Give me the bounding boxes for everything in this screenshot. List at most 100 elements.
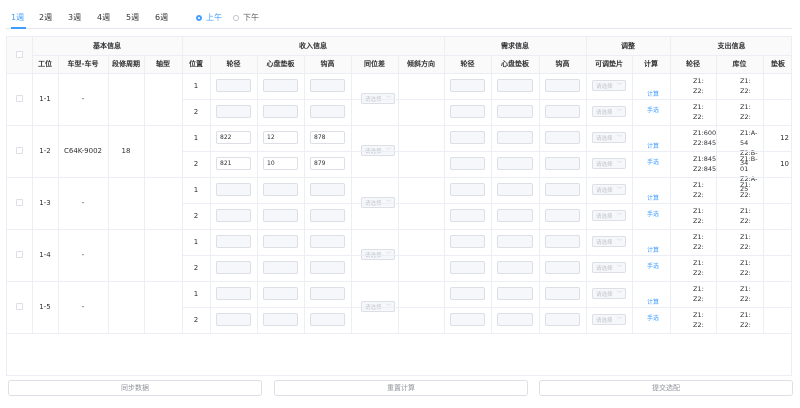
adjust-pad-select[interactable]: 请选择 ﹀: [592, 262, 626, 273]
tab-week-5[interactable]: 5週: [126, 12, 139, 23]
adjust-pad-select[interactable]: 请选择 ﹀: [592, 80, 626, 91]
demand-plate-pad-input[interactable]: [497, 131, 533, 144]
adjust-pad-select[interactable]: 请选择 ﹀: [592, 236, 626, 247]
plate-pad-input[interactable]: [263, 261, 298, 274]
adjust-pad-select[interactable]: 请选择 ﹀: [592, 132, 626, 143]
demand-coupler-height-input[interactable]: [545, 183, 580, 196]
submit-selection-button[interactable]: 提交选配: [539, 380, 793, 396]
manual-select-link[interactable]: 手选: [647, 261, 659, 270]
manual-select-link[interactable]: 手选: [647, 105, 659, 114]
wheel-diameter-input[interactable]: [216, 261, 251, 274]
plate-pad-input[interactable]: [263, 235, 298, 248]
tab-week-2[interactable]: 2週: [39, 12, 52, 23]
demand-plate-pad-input[interactable]: [497, 183, 533, 196]
row-checkbox[interactable]: [16, 199, 23, 206]
row-checkbox[interactable]: [16, 251, 23, 258]
demand-coupler-height-input[interactable]: [545, 79, 580, 92]
radio-morning[interactable]: 上午: [196, 12, 222, 23]
radio-afternoon[interactable]: 下午: [233, 12, 259, 23]
plate-pad-input[interactable]: [263, 183, 298, 196]
plate-pad-input[interactable]: 12: [263, 131, 298, 144]
coupler-height-input[interactable]: 878: [310, 131, 345, 144]
calc-link[interactable]: 计算: [647, 297, 659, 306]
demand-coupler-height-input[interactable]: [545, 131, 580, 144]
demand-wheel-diameter-input[interactable]: [450, 287, 485, 300]
coupler-height-input[interactable]: [310, 287, 345, 300]
calc-link[interactable]: 计算: [647, 89, 659, 98]
adjust-pad-select[interactable]: 请选择 ﹀: [592, 210, 626, 221]
coupler-height-input[interactable]: [310, 313, 345, 326]
output-location: Z1: Z2:: [740, 76, 763, 96]
calc-link[interactable]: 计算: [647, 245, 659, 254]
wheel-diameter-input[interactable]: 821: [216, 157, 251, 170]
coupler-height-input[interactable]: [310, 105, 345, 118]
coupler-height-input[interactable]: [310, 183, 345, 196]
demand-wheel-diameter-input[interactable]: [450, 209, 485, 222]
wheel-diameter-input[interactable]: [216, 209, 251, 222]
calc-link[interactable]: 计算: [647, 141, 659, 150]
plate-pad-input[interactable]: [263, 313, 298, 326]
demand-wheel-diameter-input[interactable]: [450, 105, 485, 118]
demand-coupler-height-input[interactable]: [545, 235, 580, 248]
recalc-button[interactable]: 重置计算: [274, 380, 528, 396]
week-tabs: 1週 2週 3週 4週 5週 6週 上午 下午: [6, 8, 792, 29]
wheel-diameter-input[interactable]: [216, 313, 251, 326]
demand-wheel-diameter-input[interactable]: [450, 79, 485, 92]
row-checkbox[interactable]: [16, 303, 23, 310]
tab-week-6[interactable]: 6週: [155, 12, 168, 23]
wheel-diameter-input[interactable]: [216, 183, 251, 196]
demand-coupler-height-input[interactable]: [545, 313, 580, 326]
plate-pad-input[interactable]: [263, 209, 298, 222]
adjust-pad-select[interactable]: 请选择 ﹀: [592, 288, 626, 299]
wheel-diameter-input[interactable]: 822: [216, 131, 251, 144]
demand-wheel-diameter-input[interactable]: [450, 313, 485, 326]
demand-plate-pad-input[interactable]: [497, 209, 533, 222]
wheel-diameter-input[interactable]: [216, 287, 251, 300]
demand-wheel-diameter-input[interactable]: [450, 235, 485, 248]
demand-coupler-height-input[interactable]: [545, 261, 580, 274]
coupler-height-input[interactable]: [310, 261, 345, 274]
manual-select-link[interactable]: 手选: [647, 209, 659, 218]
plate-pad-input[interactable]: [263, 287, 298, 300]
demand-coupler-height-input[interactable]: [545, 157, 580, 170]
tab-week-3[interactable]: 3週: [68, 12, 81, 23]
demand-plate-pad-input[interactable]: [497, 261, 533, 274]
demand-coupler-height-input[interactable]: [545, 105, 580, 118]
adjust-pad-select[interactable]: 请选择 ﹀: [592, 314, 626, 325]
plate-pad-input[interactable]: 10: [263, 157, 298, 170]
tab-week-4[interactable]: 4週: [97, 12, 110, 23]
demand-coupler-height-input[interactable]: [545, 287, 580, 300]
demand-plate-pad-input[interactable]: [497, 287, 533, 300]
sync-data-button[interactable]: 同步数据: [8, 380, 262, 396]
coupler-height-input[interactable]: [310, 79, 345, 92]
demand-wheel-diameter-input[interactable]: [450, 157, 485, 170]
tab-week-1[interactable]: 1週: [11, 12, 24, 23]
select-all-checkbox[interactable]: [16, 51, 23, 58]
demand-plate-pad-input[interactable]: [497, 105, 533, 118]
plate-pad-input[interactable]: [263, 105, 298, 118]
row-checkbox[interactable]: [16, 147, 23, 154]
wheel-diameter-input[interactable]: [216, 79, 251, 92]
coupler-height-input[interactable]: 879: [310, 157, 345, 170]
demand-plate-pad-input[interactable]: [497, 79, 533, 92]
plate-pad-input[interactable]: [263, 79, 298, 92]
output-wheel-z2: Z2:: [693, 113, 704, 121]
demand-wheel-diameter-input[interactable]: [450, 183, 485, 196]
demand-plate-pad-input[interactable]: [497, 235, 533, 248]
manual-select-link[interactable]: 手选: [647, 157, 659, 166]
calc-link[interactable]: 计算: [647, 193, 659, 202]
adjust-pad-select[interactable]: 请选择 ﹀: [592, 184, 626, 195]
coupler-height-input[interactable]: [310, 235, 345, 248]
demand-wheel-diameter-input[interactable]: [450, 131, 485, 144]
adjust-pad-select[interactable]: 请选择 ﹀: [592, 106, 626, 117]
wheel-diameter-input[interactable]: [216, 235, 251, 248]
demand-plate-pad-input[interactable]: [497, 313, 533, 326]
wheel-diameter-input[interactable]: [216, 105, 251, 118]
demand-plate-pad-input[interactable]: [497, 157, 533, 170]
coupler-height-input[interactable]: [310, 209, 345, 222]
demand-wheel-diameter-input[interactable]: [450, 261, 485, 274]
demand-coupler-height-input[interactable]: [545, 209, 580, 222]
row-checkbox[interactable]: [16, 95, 23, 102]
manual-select-link[interactable]: 手选: [647, 313, 659, 322]
adjust-pad-select[interactable]: 请选择 ﹀: [592, 158, 626, 169]
